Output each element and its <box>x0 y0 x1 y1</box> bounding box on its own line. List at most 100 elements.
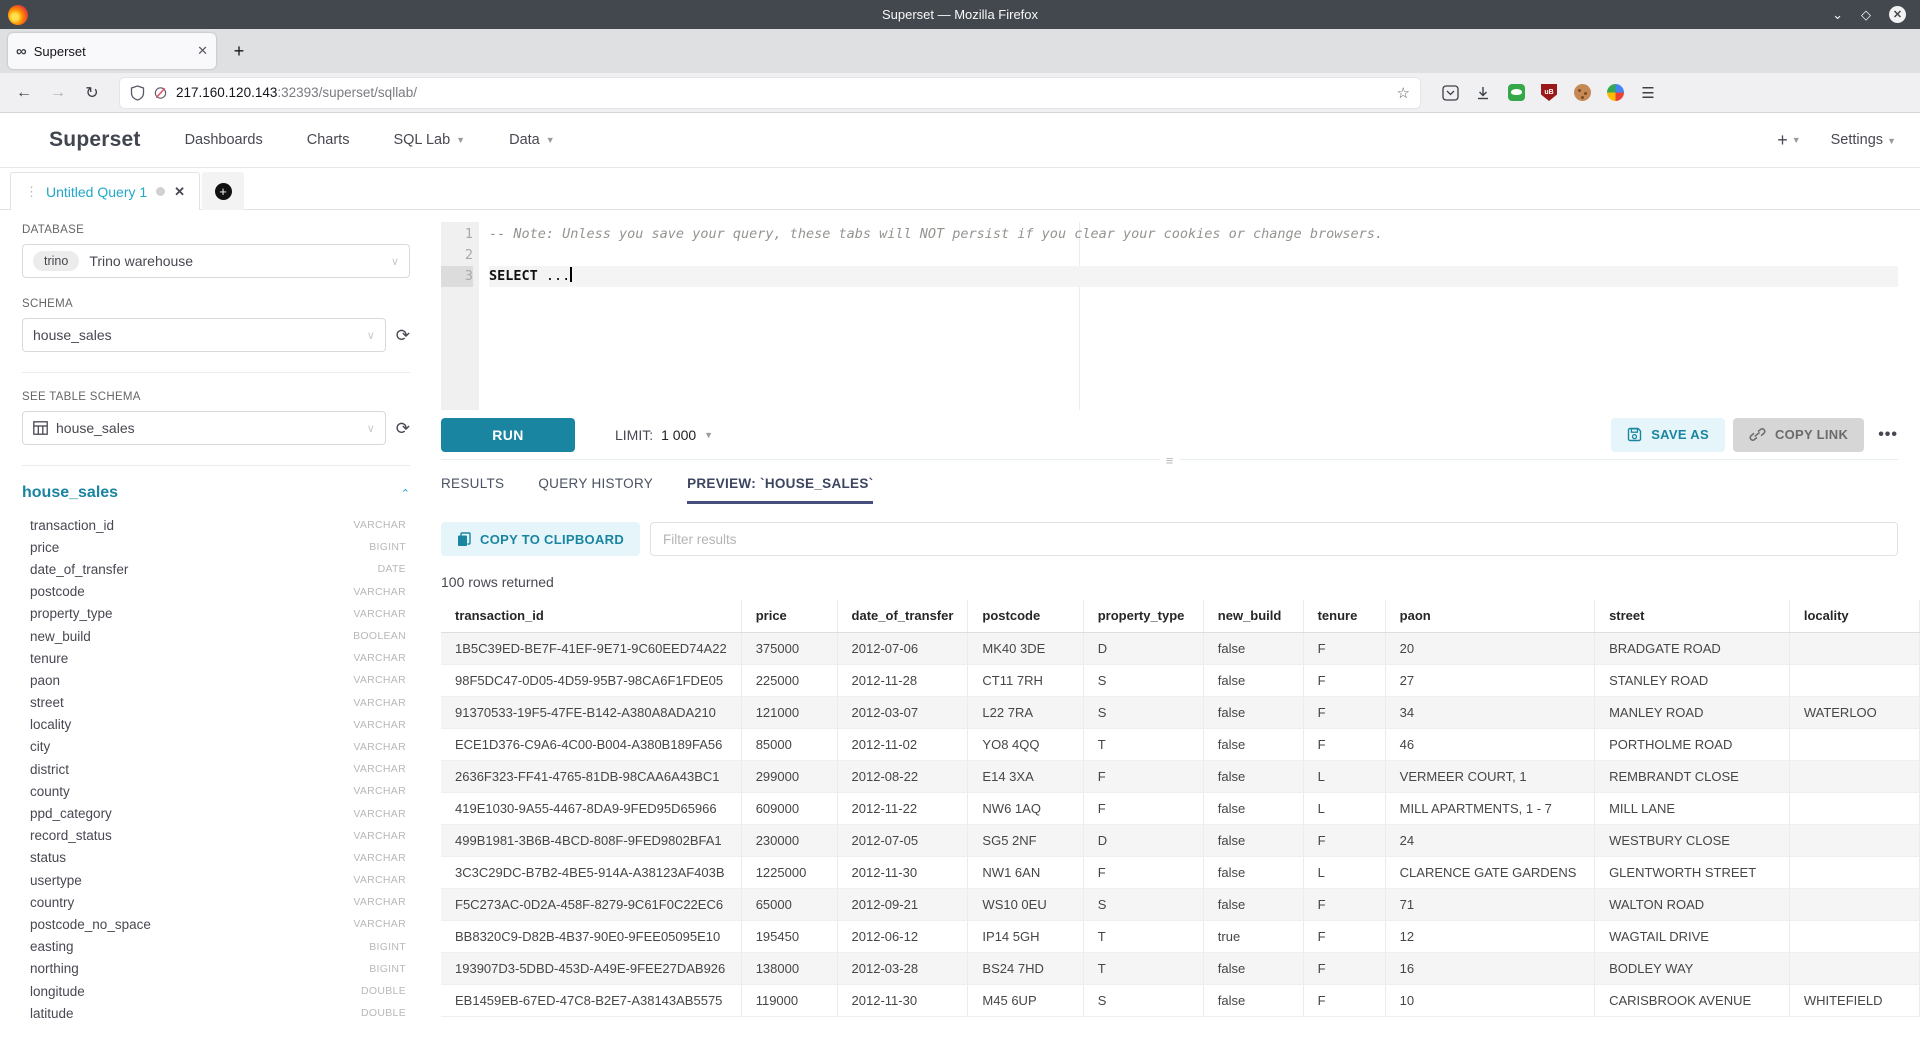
schema-column-usertype[interactable]: usertypeVARCHAR <box>22 869 410 891</box>
save-as-button[interactable]: SAVE AS <box>1611 418 1725 452</box>
add-new-button[interactable]: +▼ <box>1777 130 1800 151</box>
downloads-icon[interactable] <box>1473 83 1493 103</box>
tab-query-history[interactable]: QUERY HISTORY <box>538 476 653 504</box>
schema-column-postcode[interactable]: postcodeVARCHAR <box>22 581 410 603</box>
schema-select[interactable]: house_sales ∨ <box>22 318 386 352</box>
pane-resize-handle[interactable]: ≡ <box>1160 456 1180 466</box>
schema-column-paon[interactable]: paonVARCHAR <box>22 669 410 691</box>
run-button[interactable]: RUN <box>441 418 575 452</box>
table-cell: L <box>1303 792 1385 824</box>
table-cell: 16 <box>1385 952 1594 984</box>
schema-column-property_type[interactable]: property_typeVARCHAR <box>22 603 410 625</box>
refresh-schema-icon[interactable]: ⟳ <box>396 327 410 344</box>
browser-tab[interactable]: ∞ Superset ✕ <box>8 33 216 69</box>
chevron-down-icon: ▼ <box>456 135 465 145</box>
column-name: usertype <box>30 873 82 888</box>
copy-link-button[interactable]: COPY LINK <box>1733 418 1864 452</box>
sql-editor[interactable]: 1 2 3 -- Note: Unless you save your quer… <box>441 222 1898 410</box>
schema-column-date_of_transfer[interactable]: date_of_transferDATE <box>22 558 410 580</box>
back-button[interactable]: ← <box>10 79 38 107</box>
query-tab-close-icon[interactable]: ✕ <box>174 184 185 200</box>
column-header-price[interactable]: price <box>741 600 837 632</box>
extension-cookie-icon[interactable] <box>1572 83 1592 103</box>
tab-preview-house-sales[interactable]: PREVIEW: `HOUSE_SALES` <box>687 476 873 504</box>
shield-icon[interactable] <box>130 85 145 101</box>
schema-column-transaction_id[interactable]: transaction_idVARCHAR <box>22 514 410 536</box>
schema-column-ppd_category[interactable]: ppd_categoryVARCHAR <box>22 802 410 824</box>
reload-button[interactable]: ↻ <box>78 79 106 107</box>
schema-column-latitude[interactable]: latitudeDOUBLE <box>22 1002 410 1024</box>
database-select[interactable]: trino Trino warehouse ∨ <box>22 244 410 278</box>
schema-column-record_status[interactable]: record_statusVARCHAR <box>22 825 410 847</box>
column-header-paon[interactable]: paon <box>1385 600 1594 632</box>
url-bar[interactable]: 217.160.120.143:32393/superset/sqllab/ ☆ <box>120 78 1420 108</box>
bookmark-star-icon[interactable]: ☆ <box>1397 84 1410 102</box>
column-name: city <box>30 739 50 754</box>
table-cell: 375000 <box>741 632 837 664</box>
extension-ublock-icon[interactable]: uB <box>1539 83 1559 103</box>
column-header-street[interactable]: street <box>1595 600 1790 632</box>
schema-column-county[interactable]: countyVARCHAR <box>22 780 410 802</box>
browser-toolbar: ← → ↻ 217.160.120.143:32393/superset/sql… <box>0 73 1920 113</box>
table-cell: E14 3XA <box>968 760 1083 792</box>
extension-pinwheel-icon[interactable] <box>1605 83 1625 103</box>
collapse-chevron-up-icon[interactable]: ⌃ <box>401 487 410 500</box>
schema-column-price[interactable]: priceBIGINT <box>22 536 410 558</box>
column-header-transaction_id[interactable]: transaction_id <box>441 600 741 632</box>
add-query-tab-button[interactable]: + <box>202 172 244 210</box>
table-cell: YO8 4QQ <box>968 728 1083 760</box>
schema-column-tenure[interactable]: tenureVARCHAR <box>22 647 410 669</box>
table-row: BB8320C9-D82B-4B37-90E0-9FEE05095E101954… <box>441 920 1920 952</box>
column-header-date_of_transfer[interactable]: date_of_transfer <box>837 600 968 632</box>
superset-logo[interactable]: ∞ Superset <box>14 128 141 152</box>
table-cell: false <box>1203 760 1303 792</box>
column-header-locality[interactable]: locality <box>1789 600 1919 632</box>
tab-results[interactable]: RESULTS <box>441 476 504 504</box>
schema-column-new_build[interactable]: new_buildBOOLEAN <box>22 625 410 647</box>
extension-ghostery-icon[interactable] <box>1506 83 1526 103</box>
column-header-postcode[interactable]: postcode <box>968 600 1083 632</box>
forward-button[interactable]: → <box>44 79 72 107</box>
new-tab-button[interactable]: + <box>224 36 254 66</box>
column-header-tenure[interactable]: tenure <box>1303 600 1385 632</box>
schema-column-longitude[interactable]: longitudeDOUBLE <box>22 980 410 1002</box>
table-row: 2636F323-FF41-4765-81DB-98CAA6A43BC12990… <box>441 760 1920 792</box>
limit-chevron-down-icon[interactable]: ▼ <box>704 430 713 440</box>
schema-column-status[interactable]: statusVARCHAR <box>22 847 410 869</box>
schema-column-district[interactable]: districtVARCHAR <box>22 758 410 780</box>
filter-results-input[interactable] <box>650 522 1898 556</box>
pocket-save-icon[interactable] <box>1440 83 1460 103</box>
nav-dashboards[interactable]: Dashboards <box>185 132 263 148</box>
refresh-table-icon[interactable]: ⟳ <box>396 420 410 437</box>
table-select[interactable]: house_sales ∨ <box>22 411 386 445</box>
limit-label: LIMIT: <box>615 427 653 443</box>
table-schema-title[interactable]: house_sales <box>22 484 118 502</box>
schema-column-locality[interactable]: localityVARCHAR <box>22 714 410 736</box>
schema-column-postcode_no_space[interactable]: postcode_no_spaceVARCHAR <box>22 913 410 935</box>
tab-close-icon[interactable]: ✕ <box>197 43 208 59</box>
schema-column-city[interactable]: cityVARCHAR <box>22 736 410 758</box>
schema-column-country[interactable]: countryVARCHAR <box>22 891 410 913</box>
menu-hamburger-icon[interactable]: ☰ <box>1638 83 1658 103</box>
copy-to-clipboard-button[interactable]: COPY TO CLIPBOARD <box>441 522 640 556</box>
settings-menu[interactable]: Settings ▼ <box>1831 132 1896 148</box>
table-row: ECE1D376-C9A6-4C00-B004-A380B189FA568500… <box>441 728 1920 760</box>
more-actions-button[interactable]: ••• <box>1878 426 1898 444</box>
table-cell: 2012-11-28 <box>837 664 968 696</box>
table-icon <box>33 421 48 435</box>
table-cell: S <box>1083 696 1203 728</box>
tracking-protection-icon[interactable] <box>153 85 168 101</box>
nav-charts[interactable]: Charts <box>307 132 350 148</box>
table-cell: BS24 7HD <box>968 952 1083 984</box>
column-header-property_type[interactable]: property_type <box>1083 600 1203 632</box>
drag-handle-icon[interactable]: ⋮ <box>25 184 37 200</box>
query-tab-untitled-query-1[interactable]: ⋮ Untitled Query 1 ✕ <box>10 172 200 210</box>
nav-data[interactable]: Data▼ <box>509 132 555 148</box>
column-header-new_build[interactable]: new_build <box>1203 600 1303 632</box>
nav-sql-lab[interactable]: SQL Lab▼ <box>393 132 465 148</box>
schema-column-northing[interactable]: northingBIGINT <box>22 958 410 980</box>
schema-column-street[interactable]: streetVARCHAR <box>22 692 410 714</box>
limit-value[interactable]: 1 000 <box>661 427 696 443</box>
table-cell: SG5 2NF <box>968 824 1083 856</box>
schema-column-easting[interactable]: eastingBIGINT <box>22 936 410 958</box>
